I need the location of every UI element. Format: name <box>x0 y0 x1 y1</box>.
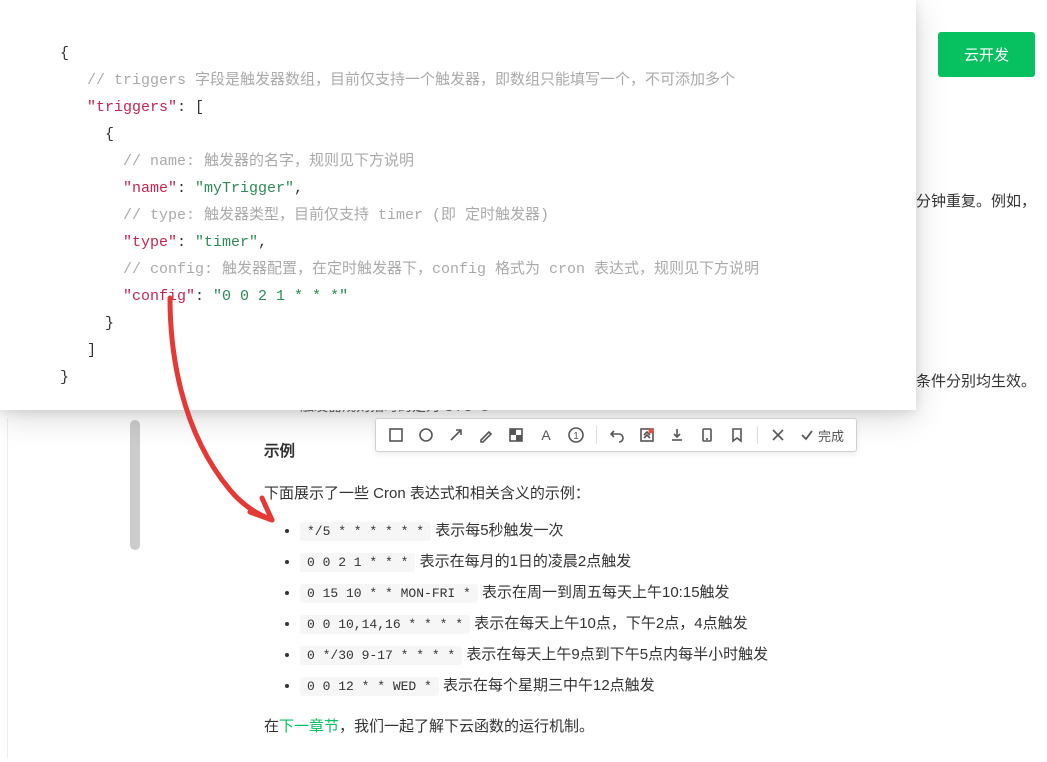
download-icon[interactable] <box>663 423 691 447</box>
done-label: 完成 <box>818 426 844 445</box>
bookmark-icon[interactable] <box>723 423 751 447</box>
code-comment-type: // type: 触发器类型，目前仅支持 timer (即 定时触发器) <box>123 207 549 224</box>
cron-expr: 0 0 12 * * WED * <box>300 677 439 696</box>
cron-expr: 0 0 2 1 * * * <box>300 553 415 572</box>
code-block: { // triggers 字段是触发器数组，目前仅支持一个触发器，即数组只能填… <box>0 0 916 410</box>
code-val-config: "0 0 2 1 * * *" <box>213 288 348 305</box>
scrollbar-thumb[interactable] <box>130 420 140 550</box>
cron-expr: 0 */30 9-17 * * * * <box>300 646 462 665</box>
list-item: 0 0 10,14,16 * * * * 表示在每天上午10点，下午2点，4点触… <box>300 610 1024 637</box>
code-comment-name: // name: 触发器的名字，规则见下方说明 <box>123 153 414 170</box>
cloud-dev-button[interactable]: 云开发 <box>938 32 1035 77</box>
code-key-name: "name" <box>123 180 177 197</box>
list-item: 0 0 12 * * WED * 表示在每个星期三中午12点触发 <box>300 672 1024 699</box>
examples-section: 示例 下面展示了一些 Cron 表达式和相关含义的示例： */5 * * * *… <box>264 438 1024 750</box>
examples-list: */5 * * * * * * 表示每5秒触发一次 0 0 2 1 * * * … <box>264 517 1024 699</box>
next-chapter-link[interactable]: 下一章节 <box>279 718 339 735</box>
annotation-toolbar: A 1 完成 <box>375 418 857 452</box>
list-item: 0 0 2 1 * * * 表示在每月的1日的凌晨2点触发 <box>300 548 1024 575</box>
rect-icon[interactable] <box>382 423 410 447</box>
doc-text-partial-1: 分钟重复。例如， <box>916 190 1036 211</box>
svg-text:1: 1 <box>573 431 579 442</box>
cron-expr: 0 15 10 * * MON-FRI * <box>300 584 478 603</box>
examples-outro: 在下一章节，我们一起了解下云函数的运行机制。 <box>264 713 1024 740</box>
mosaic-icon[interactable] <box>502 423 530 447</box>
arrow-icon[interactable] <box>442 423 470 447</box>
cron-expr: 0 0 10,14,16 * * * * <box>300 615 470 634</box>
undo-icon[interactable] <box>603 423 631 447</box>
code-key-type: "type" <box>123 234 177 251</box>
number-icon[interactable]: 1 <box>562 423 590 447</box>
left-edge <box>0 418 8 758</box>
code-comment-triggers: // triggers 字段是触发器数组，目前仅支持一个触发器，即数组只能填写一… <box>87 72 735 89</box>
text-icon[interactable]: A <box>532 423 560 447</box>
list-item: 0 15 10 * * MON-FRI * 表示在周一到周五每天上午10:15触… <box>300 579 1024 606</box>
code-key-config: "config" <box>123 288 195 305</box>
device-icon[interactable] <box>693 423 721 447</box>
code-val-name: "myTrigger" <box>195 180 294 197</box>
code-brace-open: { <box>60 45 69 62</box>
code-brace-close: } <box>60 369 69 386</box>
close-icon[interactable] <box>764 423 792 447</box>
cron-expr: */5 * * * * * * <box>300 522 431 541</box>
done-button[interactable]: 完成 <box>794 426 850 445</box>
list-item: 0 */30 9-17 * * * * 表示在每天上午9点到下午5点内每半小时触… <box>300 641 1024 668</box>
separator <box>757 426 758 444</box>
code-key-triggers: "triggers" <box>87 99 177 116</box>
circle-icon[interactable] <box>412 423 440 447</box>
code-val-type: "timer" <box>195 234 258 251</box>
pin-icon[interactable] <box>633 423 661 447</box>
pencil-icon[interactable] <box>472 423 500 447</box>
doc-text-partial-2: 条件分别均生效。 <box>916 370 1036 391</box>
code-comment-config: // config: 触发器配置，在定时触发器下，config 格式为 cron… <box>123 261 759 278</box>
examples-intro: 下面展示了一些 Cron 表达式和相关含义的示例： <box>264 480 1024 507</box>
list-item: */5 * * * * * * 表示每5秒触发一次 <box>300 517 1024 544</box>
separator <box>596 426 597 444</box>
